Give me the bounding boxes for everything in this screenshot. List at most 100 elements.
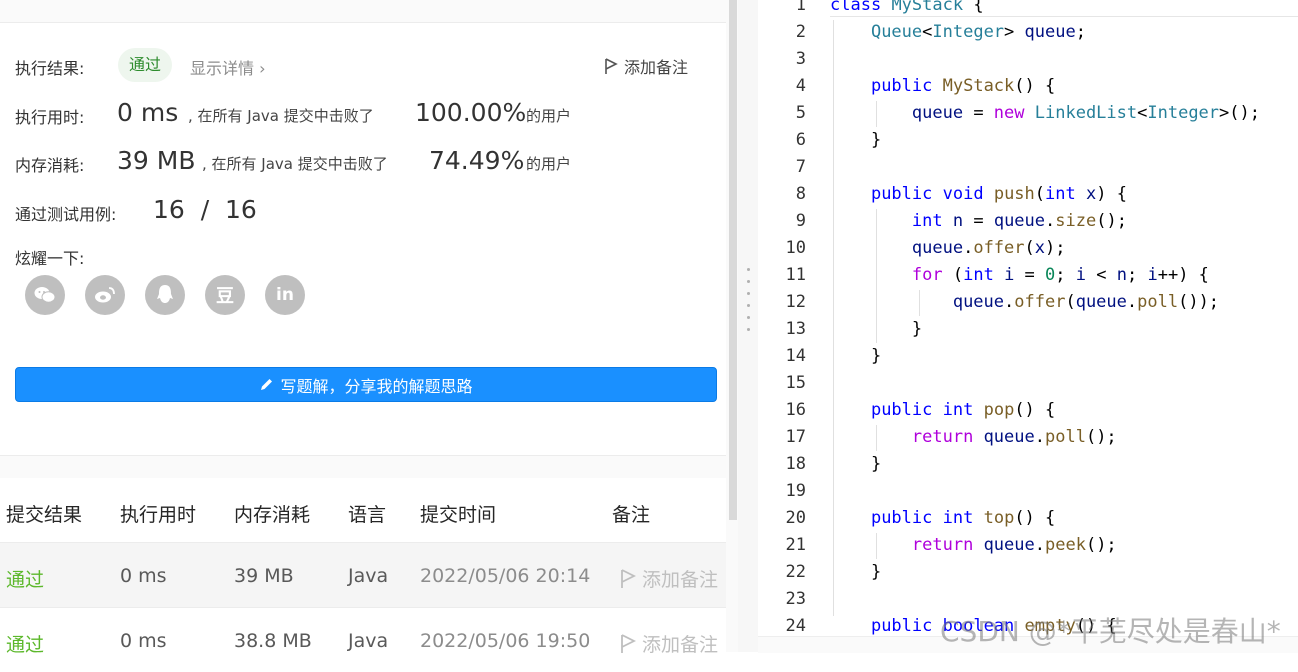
grip-dot (747, 292, 750, 295)
pencil-icon (261, 379, 273, 390)
details-label: 显示详情 (190, 59, 255, 78)
code-line: queue.offer(queue.poll()); (952, 292, 1220, 312)
row-runtime: 0 ms (120, 565, 167, 587)
code-line: queue = new LinkedList<Integer>(); (911, 103, 1260, 123)
line-number: 2 (795, 22, 806, 42)
line-number: 13 (785, 319, 806, 339)
row-add-note-label: 添加备注 (642, 634, 719, 656)
grip-dot (747, 328, 750, 331)
line-number: 20 (785, 508, 806, 528)
line-number: 14 (785, 346, 806, 366)
runtime-value: 0 ms (117, 98, 179, 127)
memory-value: 39 MB (117, 146, 196, 175)
code-line: queue.offer(x); (911, 238, 1066, 258)
line-number: 15 (785, 373, 806, 393)
pane-splitter[interactable] (738, 0, 758, 652)
line-number: 18 (785, 454, 806, 474)
current-line-highlight (830, 16, 1298, 19)
code-editor[interactable]: 1 2 3 4 5 6 7 8 9 10 11 12 13 14 15 16 17 18 19 20 21 22 23 24 … (758, 0, 1298, 652)
result-card: 执行结果: 通过 显示详情 › 添加备注 执行用时: 0 ms , 在所有 Ja… (0, 22, 726, 456)
row-language: Java (348, 565, 389, 587)
line-number: 4 (795, 76, 806, 96)
row-runtime: 0 ms (120, 630, 167, 652)
grip-dot (747, 280, 750, 283)
row-add-note[interactable]: 添加备注 (620, 630, 718, 657)
line-number: 5 (795, 103, 806, 123)
row-status[interactable]: 通过 (6, 630, 44, 657)
memory-tail: 的用户 (526, 155, 572, 173)
col-submit-time[interactable]: 提交时间 (420, 500, 496, 527)
code-line: return queue.peek(); (911, 535, 1117, 555)
grip-dot (747, 268, 750, 271)
line-number: 12 (785, 292, 806, 312)
grip-dot (747, 316, 750, 319)
flag-icon (621, 633, 636, 653)
share-label: 炫耀一下: (15, 249, 85, 268)
douban-icon[interactable]: 豆 (205, 275, 245, 315)
code-line: } (830, 562, 882, 582)
details-link[interactable]: 显示详情 › (190, 55, 266, 79)
col-language[interactable]: 语言 (348, 500, 386, 527)
tests-label: 通过测试用例: (15, 205, 117, 224)
code-line: for (int i = 0; i < n; i++) { (911, 265, 1209, 285)
code-line: } (830, 346, 882, 366)
watermark: CSDN @*平芜尽处是春山* (940, 615, 1281, 648)
line-number: 8 (795, 184, 806, 204)
submission-table: 提交结果 执行用时 内存消耗 语言 提交时间 备注 通过 0 ms 39 MB … (0, 478, 726, 672)
row-add-note-label: 添加备注 (642, 569, 719, 591)
code-line: return queue.poll(); (911, 427, 1117, 447)
status-label: 执行结果: (15, 59, 85, 78)
code-line: } (830, 130, 882, 150)
row-status[interactable]: 通过 (6, 565, 44, 592)
flag-icon (605, 57, 618, 74)
memory-beat-text: , 在所有 Java 提交中击败了 (202, 155, 388, 173)
memory-label: 内存消耗: (15, 156, 85, 175)
linkedin-icon[interactable]: in (265, 275, 305, 315)
status-badge: 通过 (118, 48, 173, 82)
line-number: 23 (785, 589, 806, 609)
line-number: 21 (785, 535, 806, 555)
code-line: public void push(int x) { (870, 184, 1127, 204)
line-number: 9 (795, 211, 806, 231)
table-row[interactable]: 通过 0 ms 39 MB Java 2022/05/06 20:14 添加备注 (0, 542, 726, 607)
memory-percentile: 74.49% (429, 146, 525, 175)
code-line: Queue<Integer> queue; (870, 22, 1086, 42)
line-number: 24 (785, 616, 806, 636)
row-memory: 38.8 MB (234, 630, 312, 652)
line-number: 1 (795, 0, 806, 15)
add-note-button[interactable]: 添加备注 (604, 54, 688, 78)
table-row[interactable]: 通过 0 ms 38.8 MB Java 2022/05/06 19:50 添加… (0, 607, 726, 672)
grip-dot (747, 304, 750, 307)
line-number: 19 (785, 481, 806, 501)
col-memory[interactable]: 内存消耗 (234, 500, 310, 527)
runtime-beat-text: , 在所有 Java 提交中击败了 (188, 107, 374, 125)
col-note: 备注 (612, 504, 651, 526)
line-number: 3 (795, 49, 806, 69)
line-number: 22 (785, 562, 806, 582)
runtime-percentile: 100.00% (415, 98, 527, 127)
line-number: 6 (795, 130, 806, 150)
line-number: 7 (795, 157, 806, 177)
result-panel: 执行结果: 通过 显示详情 › 添加备注 执行用时: 0 ms , 在所有 Ja… (0, 0, 738, 672)
qq-icon[interactable] (145, 275, 185, 315)
col-status[interactable]: 提交结果 (6, 500, 82, 527)
chevron-right-icon: › (259, 59, 266, 78)
code-line: public MyStack() { (870, 76, 1056, 96)
left-scrollbar[interactable] (729, 0, 737, 520)
write-solution-label: 写题解，分享我的解题思路 (280, 376, 473, 396)
row-memory: 39 MB (234, 565, 294, 587)
weibo-icon[interactable] (85, 275, 125, 315)
code-line: public int top() { (870, 508, 1056, 528)
wechat-icon[interactable] (25, 275, 65, 315)
flag-icon (621, 568, 636, 588)
code-line: } (830, 454, 882, 474)
code-line: class MyStack { (830, 0, 984, 15)
row-submit-time: 2022/05/06 19:50 (420, 630, 591, 652)
row-add-note[interactable]: 添加备注 (620, 565, 718, 592)
write-solution-button[interactable]: 写题解，分享我的解题思路 (15, 367, 717, 402)
col-runtime[interactable]: 执行用时 (120, 500, 196, 527)
code-line: int n = queue.size(); (911, 211, 1127, 231)
add-note-label: 添加备注 (624, 58, 689, 77)
line-number: 17 (785, 427, 806, 447)
line-number: 11 (785, 265, 806, 285)
